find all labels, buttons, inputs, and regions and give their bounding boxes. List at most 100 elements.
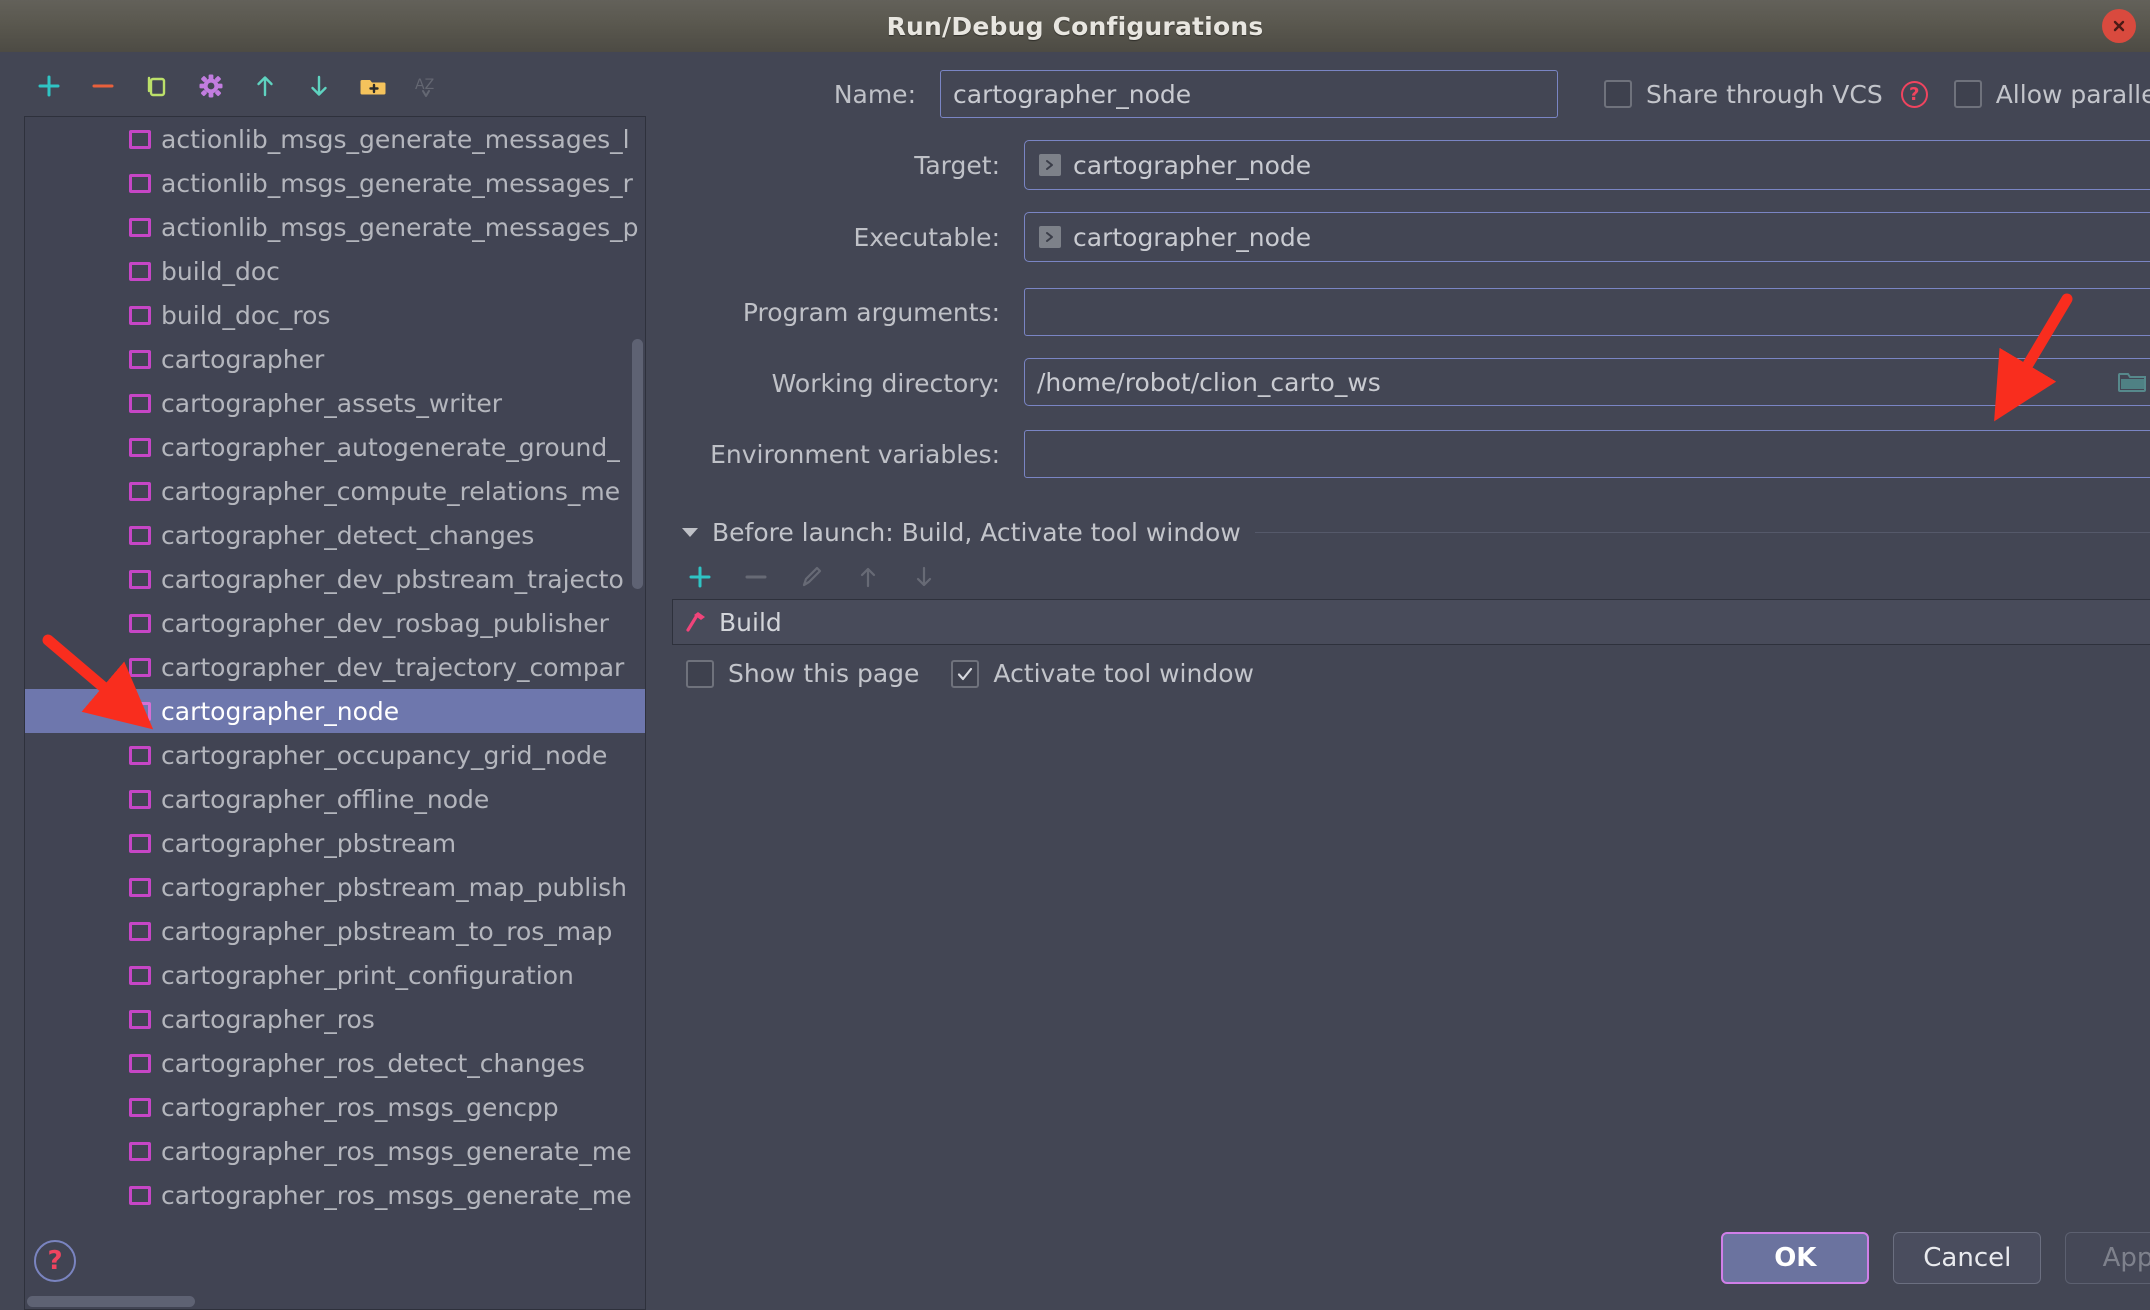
configurations-list[interactable]: actionlib_msgs_generate_messages_laction… [24, 116, 646, 1310]
minus-icon [92, 84, 114, 88]
list-item-label: actionlib_msgs_generate_messages_l [161, 124, 630, 154]
configuration-icon [129, 1009, 151, 1029]
list-item[interactable]: cartographer_ros_msgs_gencpp [25, 1085, 645, 1129]
list-item-label: cartographer_ros [161, 1004, 375, 1034]
list-item-label: build_doc [161, 256, 280, 286]
executable-combobox[interactable]: cartographer_node [1024, 212, 2150, 262]
before-launch-chevron-down-icon[interactable] [682, 528, 698, 537]
list-item[interactable]: cartographer_pbstream_to_ros_map [25, 909, 645, 953]
list-item[interactable]: actionlib_msgs_generate_messages_l [25, 117, 645, 161]
task-move-up-button[interactable] [854, 563, 882, 591]
program-arguments-field[interactable] [1024, 288, 2150, 336]
list-item-label: cartographer_autogenerate_ground_ [161, 432, 620, 462]
list-vertical-scrollbar[interactable] [632, 339, 643, 589]
configurations-toolbar: AZ [0, 62, 660, 116]
add-task-button[interactable] [686, 563, 714, 591]
remove-task-button[interactable] [742, 563, 770, 591]
list-item[interactable]: cartographer_ros_detect_changes [25, 1041, 645, 1085]
move-up-button[interactable] [250, 71, 280, 101]
minus-icon [745, 575, 767, 579]
dialog-body: AZ actionlib_msgs_generate_messages_l act… [0, 52, 2150, 1310]
list-item-label: cartographer_ros_msgs_gencpp [161, 1092, 559, 1122]
list-item[interactable]: build_doc [25, 249, 645, 293]
list-item[interactable]: cartographer_ros_msgs_generate_me [25, 1129, 645, 1173]
move-down-button[interactable] [304, 71, 334, 101]
list-item[interactable]: build_doc_ros [25, 293, 645, 337]
edit-templates-button[interactable] [196, 71, 226, 101]
apply-button[interactable]: Apply [2065, 1232, 2150, 1284]
list-item[interactable]: cartographer_node [25, 689, 645, 733]
list-item-label: cartographer_ros_detect_changes [161, 1048, 585, 1078]
configuration-icon [129, 965, 151, 985]
list-item[interactable]: cartographer_ros [25, 997, 645, 1041]
list-item[interactable]: cartographer_occupancy_grid_node [25, 733, 645, 777]
list-item[interactable]: cartographer_dev_pbstream_trajecto [25, 557, 645, 601]
copy-icon [147, 76, 166, 97]
configuration-icon [129, 1141, 151, 1161]
configuration-icon [129, 745, 151, 765]
executable-value: cartographer_node [1073, 222, 1312, 252]
arrow-up-icon [860, 567, 876, 588]
close-icon [2113, 20, 2125, 32]
list-item[interactable]: actionlib_msgs_generate_messages_r [25, 161, 645, 205]
remove-configuration-button[interactable] [88, 71, 118, 101]
configurations-pane: AZ actionlib_msgs_generate_messages_l act… [0, 52, 660, 1310]
configuration-icon [129, 305, 151, 325]
configuration-icon [129, 217, 151, 237]
list-item[interactable]: cartographer [25, 337, 645, 381]
plus-icon [38, 75, 60, 97]
list-item[interactable]: actionlib_msgs_generate_messages_p [25, 205, 645, 249]
before-launch-task-row[interactable]: Build [672, 599, 2150, 645]
ok-button[interactable]: OK [1721, 1232, 1870, 1284]
share-vcs-help-icon[interactable]: ? [1900, 80, 1928, 108]
environment-variables-field[interactable]: $ [1024, 430, 2150, 478]
executable-label: Executable: [853, 222, 1000, 252]
configuration-icon [129, 833, 151, 853]
sort-alphabetically-button[interactable]: AZ [412, 71, 442, 101]
edit-task-button[interactable] [798, 563, 826, 591]
list-item[interactable]: cartographer_compute_relations_me [25, 469, 645, 513]
configuration-icon [129, 525, 151, 545]
before-launch-title: Before launch: Build, Activate tool wind… [712, 518, 1241, 547]
list-item[interactable]: cartographer_pbstream_map_publish [25, 865, 645, 909]
list-item[interactable]: cartographer_assets_writer [25, 381, 645, 425]
list-item[interactable]: cartographer_autogenerate_ground_ [25, 425, 645, 469]
configuration-icon [129, 569, 151, 589]
list-item[interactable]: cartographer_print_configuration [25, 953, 645, 997]
browse-folder-button[interactable] [2109, 359, 2150, 405]
help-button[interactable]: ? [34, 1240, 76, 1282]
list-item[interactable]: cartographer_pbstream [25, 821, 645, 865]
dialog-titlebar: Run/Debug Configurations [0, 0, 2150, 52]
hammer-icon [683, 609, 709, 635]
working-directory-control: /home/robot/clion_carto_ws [1024, 358, 2150, 408]
working-directory-field[interactable]: /home/robot/clion_carto_ws [1024, 358, 2150, 406]
share-vcs-checkbox[interactable] [1604, 80, 1632, 108]
list-item[interactable]: cartographer_detect_changes [25, 513, 645, 557]
list-item-label: cartographer_offline_node [161, 784, 490, 814]
configuration-icon [129, 261, 151, 281]
list-horizontal-scrollbar[interactable] [27, 1296, 195, 1307]
new-folder-button[interactable] [358, 71, 388, 101]
cancel-button[interactable]: Cancel [1893, 1232, 2042, 1284]
copy-configuration-button[interactable] [142, 71, 172, 101]
configurations-list-inner: actionlib_msgs_generate_messages_laction… [25, 117, 645, 1309]
target-combobox[interactable]: cartographer_node [1024, 140, 2150, 190]
name-row: Name: cartographer_node Share through VC… [672, 70, 2150, 118]
list-item[interactable]: cartographer_ros_msgs_generate_me [25, 1173, 645, 1217]
close-button[interactable] [2102, 9, 2136, 43]
allow-parallel-run-checkbox[interactable] [1953, 80, 1982, 108]
show-this-page-checkbox[interactable] [686, 659, 714, 688]
add-configuration-button[interactable] [34, 71, 64, 101]
check-icon [958, 667, 973, 680]
name-input[interactable]: cartographer_node [940, 70, 1558, 118]
task-move-down-button[interactable] [910, 563, 938, 591]
list-item[interactable]: cartographer_offline_node [25, 777, 645, 821]
show-this-page-label: Show this page [728, 659, 920, 688]
list-item[interactable]: cartographer_dev_trajectory_compar [25, 645, 645, 689]
configuration-icon [129, 789, 151, 809]
list-item[interactable]: cartographer_dev_rosbag_publisher [25, 601, 645, 645]
list-item-label: cartographer_dev_trajectory_compar [161, 652, 625, 682]
allow-parallel-run-label: Allow parallel run [1995, 79, 2150, 109]
activate-tool-window-checkbox[interactable] [951, 659, 980, 688]
run-executable-icon [1039, 226, 1061, 248]
